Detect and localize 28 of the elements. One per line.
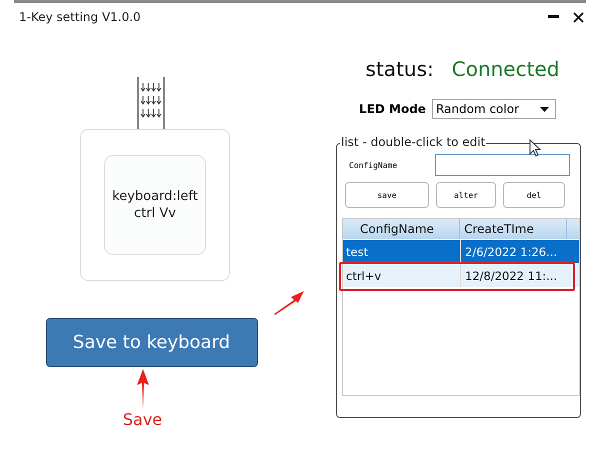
caret-icon — [540, 106, 549, 112]
column-header[interactable]: CreateTIme — [460, 219, 568, 239]
table-cell: ctrl+v — [343, 264, 461, 287]
key-cap[interactable]: keyboard:left ctrl Vv — [104, 155, 206, 255]
list-action-button[interactable]: save — [345, 182, 429, 208]
column-header[interactable]: ConfigName — [343, 219, 460, 239]
minimize-icon[interactable] — [548, 15, 559, 19]
key-label: keyboard:left ctrl Vv — [111, 188, 199, 222]
annotation-label: Save — [122, 410, 162, 429]
config-name-field[interactable] — [435, 154, 570, 176]
table-row[interactable]: test 2/6/2022 1:26... — [343, 240, 579, 263]
list-action-button[interactable]: del — [503, 182, 565, 208]
status-value: Connected — [452, 57, 560, 81]
led-mode-label: LED Mode — [359, 102, 426, 116]
config-name-label: ConfigName — [349, 160, 398, 170]
table-cell-text: 2/6/2022 1:26... — [464, 244, 558, 260]
annotation-arrow — [274, 291, 304, 315]
table-cell: test — [343, 240, 461, 263]
group-title: list - double-click to edit — [340, 135, 486, 149]
status-label: status: — [366, 57, 434, 81]
close-icon[interactable] — [573, 12, 584, 22]
list-action-button[interactable]: alter — [436, 182, 496, 208]
window-title: 1-Key setting V1.0.0 — [19, 10, 141, 24]
save-to-keyboard-button[interactable]: Save to keyboard — [46, 318, 258, 367]
table-cell-text: 12/8/2022 11:... — [464, 268, 558, 284]
cable-drawing — [136, 77, 166, 129]
led-mode-dropdown[interactable]: Random color — [432, 99, 556, 119]
cursor-icon — [529, 139, 541, 157]
